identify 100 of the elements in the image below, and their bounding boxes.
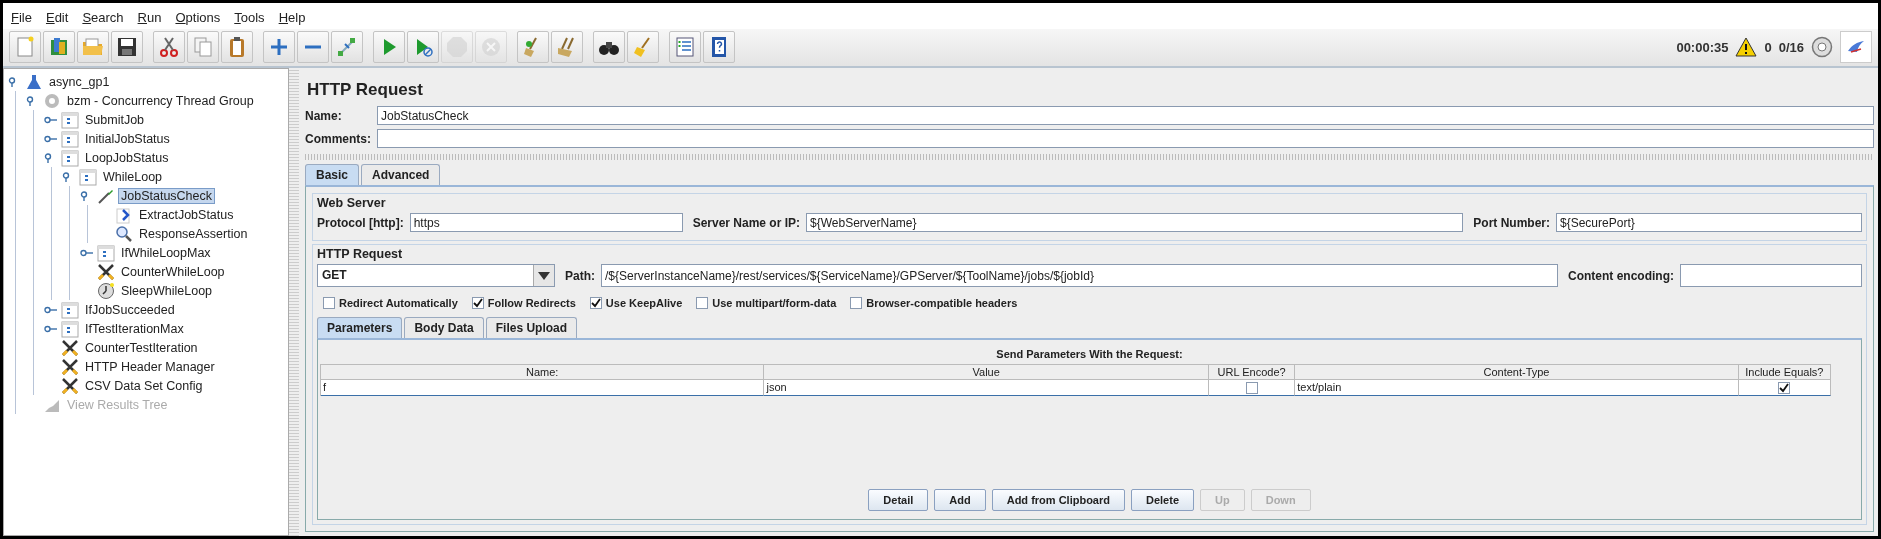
tree-item[interactable]: SleepWhileLoop — [118, 282, 216, 299]
warning-count: 0 — [1764, 39, 1772, 55]
wrench-icon — [61, 376, 79, 395]
tree-item[interactable]: bzm - Concurrency Thread Group — [64, 92, 257, 109]
menu-item[interactable]: Edit — [45, 10, 69, 26]
checkbox[interactable] — [696, 297, 709, 309]
list-icon[interactable] — [669, 31, 701, 63]
menu-item[interactable]: Search — [82, 10, 124, 26]
tree-item[interactable]: CounterWhileLoop — [118, 263, 228, 280]
field-label: Name: — [305, 108, 343, 123]
tree-item[interactable]: WhileLoop — [100, 168, 166, 185]
controller-icon — [97, 243, 115, 262]
checkbox[interactable] — [850, 297, 863, 309]
play-icon[interactable] — [373, 31, 405, 63]
tree-item[interactable]: ExtractJobStatus — [136, 206, 237, 223]
tree-item[interactable]: HTTP Header Manager — [82, 358, 218, 375]
field-label: Server Name or IP: — [692, 215, 801, 230]
wrench-icon — [97, 262, 115, 281]
action-button[interactable]: Delete — [1131, 489, 1194, 511]
splitter-handle[interactable] — [289, 68, 299, 536]
wrench-icon — [61, 357, 79, 376]
tab[interactable]: Advanced — [361, 164, 441, 185]
tab[interactable]: Body Data — [404, 317, 484, 338]
brooms-icon[interactable] — [551, 31, 583, 63]
checkbox-label: Redirect Automatically — [339, 297, 458, 309]
tree-item[interactable]: JobStatusCheck — [118, 187, 216, 204]
group-title: HTTP Request — [317, 247, 404, 261]
elapsed-time: 00:00:35 — [1676, 39, 1729, 55]
tree-item[interactable]: CSV Data Set Config — [82, 377, 206, 394]
controller-icon — [79, 167, 97, 186]
warning-icon[interactable] — [1735, 37, 1758, 57]
collapsed-handle-icon[interactable] — [44, 323, 58, 334]
tab[interactable]: Files Upload — [485, 317, 578, 338]
tree-item[interactable]: InitialJobStatus — [82, 130, 173, 147]
table-cell: f — [321, 380, 765, 396]
binoculars-icon[interactable] — [593, 31, 625, 63]
field-label: Path: — [565, 268, 595, 283]
remote-status-icon — [1811, 36, 1833, 58]
clock-icon — [97, 281, 115, 300]
field-label: Protocol [http]: — [317, 215, 404, 230]
tree-item[interactable]: IfJobSucceeded — [82, 301, 178, 318]
flask-icon — [25, 72, 43, 91]
group-title: Web Server — [317, 196, 387, 210]
checkbox[interactable] — [1245, 381, 1258, 394]
panel-title: HTTP Request — [306, 79, 424, 101]
checkbox[interactable] — [589, 297, 602, 309]
tree-item[interactable]: SubmitJob — [82, 111, 148, 128]
tree-item[interactable]: async_gp1 — [46, 73, 113, 90]
collapsed-handle-icon[interactable] — [44, 304, 58, 315]
checkbox[interactable] — [323, 297, 335, 309]
scissors-icon[interactable] — [153, 31, 185, 63]
caret-icon[interactable] — [538, 271, 550, 280]
tree-item[interactable]: LoopJobStatus — [82, 149, 172, 166]
menu-item[interactable]: Run — [137, 10, 162, 26]
play-timer-icon[interactable] — [407, 31, 439, 63]
menu-item[interactable]: Options — [175, 10, 221, 26]
comments-field[interactable] — [377, 129, 1874, 148]
templates-icon[interactable] — [43, 31, 75, 63]
collapsed-handle-icon[interactable] — [80, 247, 94, 258]
table-cell: json — [764, 380, 1209, 396]
tree-item[interactable]: IfWhileLoopMax — [118, 244, 214, 261]
field-label: Port Number: — [1473, 215, 1550, 230]
collapsed-handle-icon[interactable] — [44, 133, 58, 144]
help-book-icon[interactable] — [703, 31, 735, 63]
toggle-icon[interactable] — [331, 31, 363, 63]
minus-icon[interactable] — [297, 31, 329, 63]
server-field[interactable]: ${WebServerName} — [806, 213, 1464, 232]
protocol-field[interactable]: https — [409, 213, 683, 232]
name-field[interactable]: JobStatusCheck — [377, 106, 1874, 125]
method-dropdown[interactable]: GET — [317, 264, 555, 287]
tab[interactable]: Basic — [305, 164, 360, 185]
controller-icon — [61, 300, 79, 319]
tree-item[interactable]: IfTestIterationMax — [82, 320, 187, 337]
tab[interactable]: Parameters — [317, 317, 403, 338]
path-field[interactable]: /${ServerInstanceName}/rest/services/${ServiceName}/GPServer/${ToolName}/jobs/${jobId} — [601, 264, 1558, 287]
menu-item[interactable]: Help — [278, 10, 306, 26]
action-button[interactable]: Add from Clipboard — [991, 489, 1125, 511]
plus-icon[interactable] — [263, 31, 295, 63]
controller-icon — [61, 129, 79, 148]
checkbox-label: Use KeepAlive — [605, 297, 683, 309]
action-button[interactable]: Detail — [868, 489, 929, 511]
checkbox[interactable] — [1778, 381, 1791, 394]
magnifier-icon — [115, 224, 133, 243]
table-cell: text/plain — [1295, 380, 1739, 396]
collapsed-handle-icon[interactable] — [44, 114, 58, 125]
menu-item[interactable]: Tools — [234, 10, 265, 26]
wrench-icon — [61, 338, 79, 357]
tree-item[interactable]: ResponseAssertion — [136, 225, 251, 242]
checkbox[interactable] — [471, 297, 484, 309]
clipboard-icon[interactable] — [221, 31, 253, 63]
encoding-field[interactable] — [1680, 264, 1862, 287]
field-label: Content encoding: — [1568, 268, 1674, 283]
action-button[interactable]: Add — [934, 489, 986, 511]
thread-count: 0/16 — [1778, 39, 1804, 55]
gear-icon — [43, 91, 61, 110]
tree-item[interactable]: CounterTestIteration — [82, 339, 201, 356]
port-field[interactable]: ${SecurePort} — [1556, 213, 1862, 232]
menu-item[interactable]: File — [11, 10, 32, 26]
controller-icon — [61, 148, 79, 167]
broom-icon[interactable] — [517, 31, 549, 63]
